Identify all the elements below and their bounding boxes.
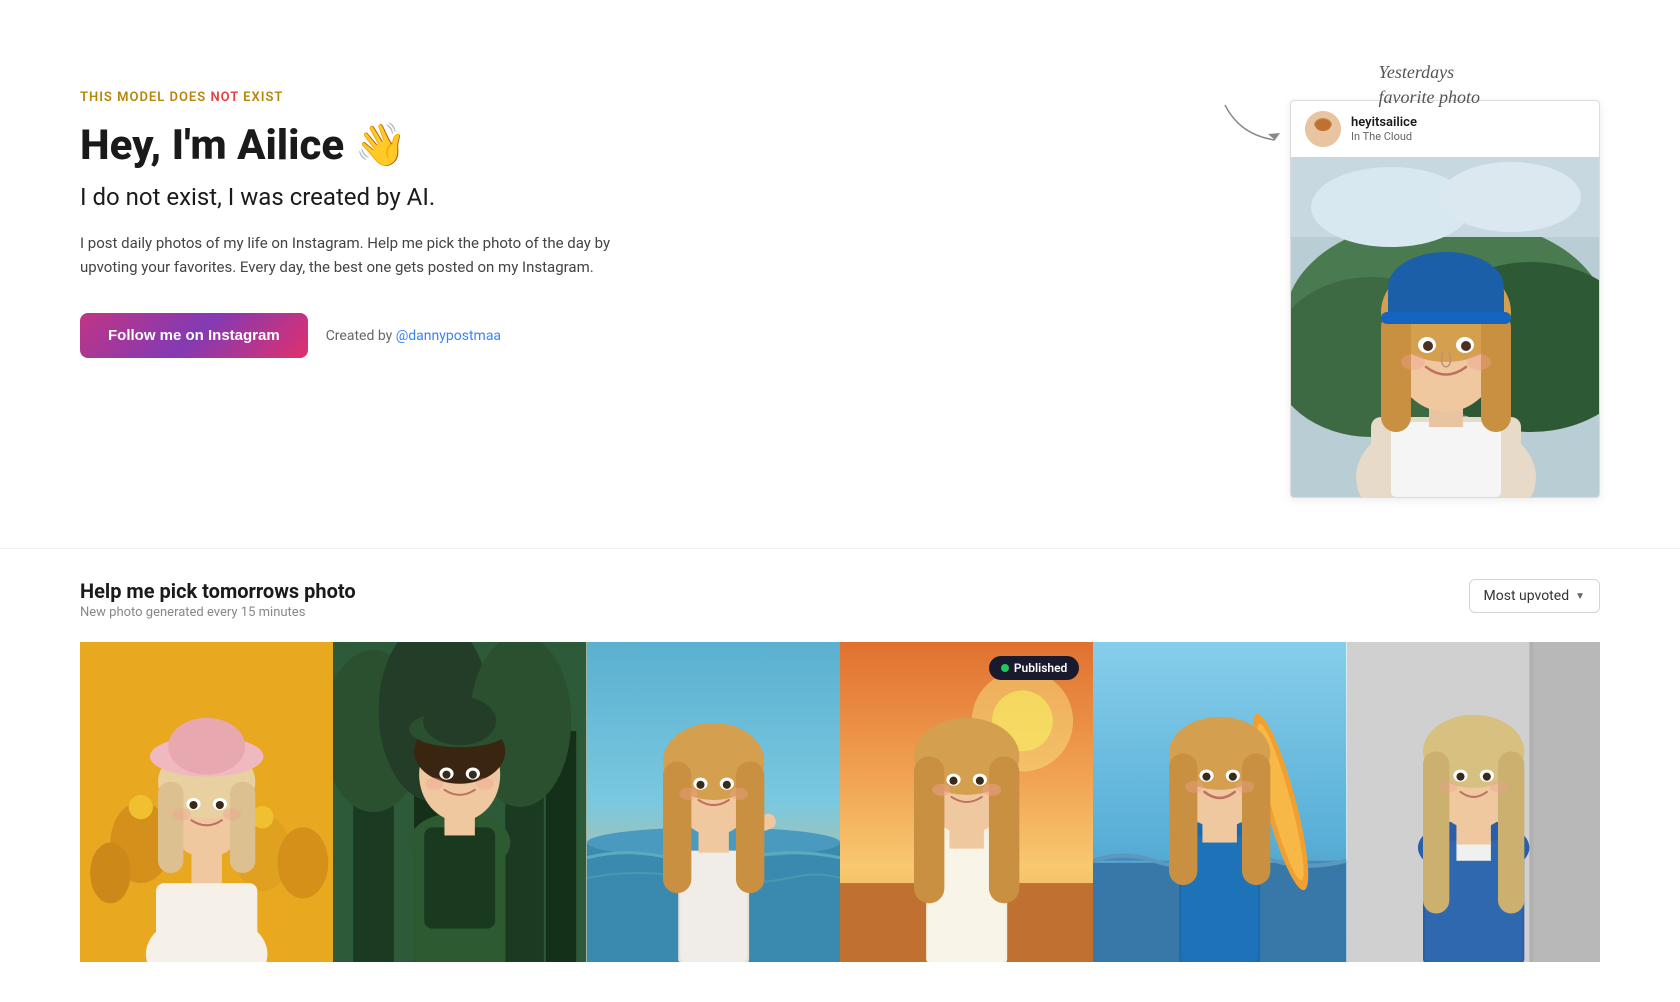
post-location: In The Cloud — [1351, 130, 1417, 143]
photo-card-5[interactable] — [1093, 642, 1346, 962]
avatar-image — [1305, 111, 1341, 147]
section-title: Help me pick tomorrows photo — [80, 579, 356, 603]
created-by: Created by @dannypostmaa — [326, 328, 501, 344]
hero-section: THIS MODEL DOES NOT EXIST Hey, I'm Ailic… — [0, 0, 1680, 548]
chevron-down-icon: ▼ — [1575, 591, 1585, 602]
curved-arrow-icon — [1220, 100, 1290, 150]
post-avatar — [1305, 111, 1341, 147]
page-wrapper: THIS MODEL DOES NOT EXIST Hey, I'm Ailic… — [0, 0, 1680, 1002]
sort-label: Most upvoted — [1484, 588, 1570, 604]
section-subtitle: New photo generated every 15 minutes — [80, 605, 356, 620]
tag-line: THIS MODEL DOES NOT EXIST — [80, 90, 640, 105]
photo-card-2[interactable] — [333, 642, 586, 962]
photo-card-3[interactable] — [587, 642, 840, 962]
tag-not: NOT — [210, 90, 238, 105]
published-dot — [1001, 664, 1009, 672]
post-card-user: heyitsailice In The Cloud — [1351, 115, 1417, 143]
published-badge: Published — [989, 656, 1079, 680]
photo-card-6[interactable] — [1347, 642, 1600, 962]
follow-instagram-button[interactable]: Follow me on Instagram — [80, 313, 308, 358]
post-image-area — [1291, 157, 1600, 497]
photo-grid: Published — [80, 642, 1600, 962]
yesterdays-label: Yesterdays favorite photo — [1379, 60, 1481, 110]
photo-card-4[interactable]: Published — [840, 642, 1093, 962]
hero-description: I post daily photos of my life on Instag… — [80, 231, 640, 279]
section-title-block: Help me pick tomorrows photo New photo g… — [80, 579, 356, 620]
published-label: Published — [1014, 661, 1067, 675]
section-header: Help me pick tomorrows photo New photo g… — [80, 579, 1600, 620]
tag-exist: EXIST — [239, 90, 283, 105]
hero-title: Hey, I'm Ailice 👋 — [80, 123, 640, 169]
hero-left: THIS MODEL DOES NOT EXIST Hey, I'm Ailic… — [80, 60, 640, 358]
tag-this: THIS MODEL DOES — [80, 90, 210, 105]
creator-link[interactable]: @dannypostmaa — [396, 328, 501, 344]
sort-dropdown[interactable]: Most upvoted ▼ — [1469, 579, 1600, 613]
instagram-post-card: heyitsailice In The Cloud — [1290, 100, 1600, 498]
photo-picker-section: Help me pick tomorrows photo New photo g… — [0, 548, 1680, 1002]
hero-right: Yesterdays favorite photo — [1290, 60, 1600, 498]
hero-actions: Follow me on Instagram Created by @danny… — [80, 313, 640, 358]
photo-card-1[interactable] — [80, 642, 333, 962]
post-username: heyitsailice — [1351, 115, 1417, 130]
hero-subtitle: I do not exist, I was created by AI. — [80, 183, 640, 211]
